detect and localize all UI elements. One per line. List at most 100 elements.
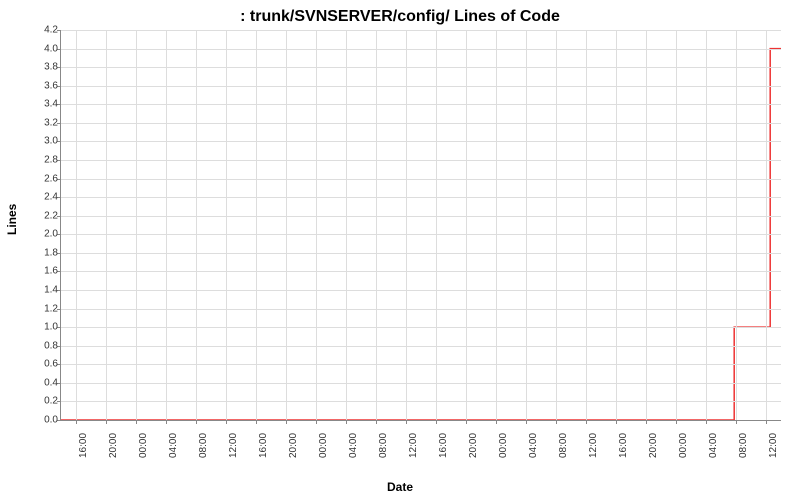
x-tick-label: 00:00 [138,433,149,458]
grid-line-v [496,30,497,420]
grid-line-h [61,383,781,384]
x-tick-mark [676,420,677,424]
x-tick-label: 04:00 [348,433,359,458]
grid-line-h [61,179,781,180]
grid-line-v [316,30,317,420]
y-tick-label: 0.0 [28,415,58,426]
x-tick-label: 20:00 [648,433,659,458]
x-tick-mark [736,420,737,424]
x-tick-label: 12:00 [408,433,419,458]
data-line [61,30,781,420]
grid-line-h [61,253,781,254]
y-tick-label: 3.2 [28,117,58,128]
x-tick-mark [436,420,437,424]
x-tick-mark [496,420,497,424]
x-tick-label: 20:00 [108,433,119,458]
y-tick-label: 0.8 [28,340,58,351]
x-tick-mark [286,420,287,424]
grid-line-h [61,30,781,31]
y-tick-label: 1.4 [28,285,58,296]
y-tick-label: 2.2 [28,210,58,221]
grid-line-v [136,30,137,420]
grid-line-v [286,30,287,420]
x-tick-mark [466,420,467,424]
y-tick-label: 3.8 [28,62,58,73]
grid-line-v [676,30,677,420]
x-tick-label: 08:00 [738,433,749,458]
grid-line-v [346,30,347,420]
grid-line-v [556,30,557,420]
grid-line-h [61,141,781,142]
x-tick-mark [316,420,317,424]
y-tick-label: 2.6 [28,173,58,184]
x-tick-mark [406,420,407,424]
grid-line-h [61,67,781,68]
grid-line-v [616,30,617,420]
x-tick-label: 12:00 [768,433,779,458]
y-tick-label: 3.0 [28,136,58,147]
grid-line-v [226,30,227,420]
y-tick-label: 4.2 [28,25,58,36]
grid-line-v [526,30,527,420]
x-tick-label: 00:00 [678,433,689,458]
grid-line-h [61,197,781,198]
grid-line-h [61,123,781,124]
grid-line-v [256,30,257,420]
plot-area [60,30,781,421]
grid-line-h [61,234,781,235]
grid-line-v [376,30,377,420]
grid-line-v [76,30,77,420]
y-tick-label: 3.4 [28,99,58,110]
y-tick-label: 1.0 [28,322,58,333]
x-tick-mark [526,420,527,424]
x-tick-label: 16:00 [258,433,269,458]
x-tick-label: 04:00 [168,433,179,458]
x-tick-mark [586,420,587,424]
x-tick-mark [376,420,377,424]
x-tick-mark [346,420,347,424]
grid-line-v [196,30,197,420]
x-tick-label: 20:00 [468,433,479,458]
x-tick-mark [616,420,617,424]
grid-line-h [61,401,781,402]
grid-line-h [61,364,781,365]
y-tick-label: 0.2 [28,396,58,407]
grid-line-v [436,30,437,420]
chart-title: : trunk/SVNSERVER/config/ Lines of Code [0,8,800,26]
grid-line-h [61,290,781,291]
x-tick-mark [76,420,77,424]
grid-line-v [406,30,407,420]
x-tick-mark [136,420,137,424]
y-tick-label: 3.6 [28,80,58,91]
x-tick-label: 12:00 [228,433,239,458]
x-tick-label: 04:00 [528,433,539,458]
y-tick-label: 2.0 [28,229,58,240]
y-axis-label: Lines [5,204,19,235]
x-tick-label: 08:00 [198,433,209,458]
x-tick-label: 08:00 [558,433,569,458]
x-tick-mark [646,420,647,424]
y-tick-label: 2.8 [28,155,58,166]
y-tick-label: 4.0 [28,43,58,54]
x-tick-label: 16:00 [78,433,89,458]
x-tick-label: 12:00 [588,433,599,458]
grid-line-v [766,30,767,420]
grid-line-v [106,30,107,420]
grid-line-v [646,30,647,420]
x-tick-label: 00:00 [318,433,329,458]
grid-line-h [61,86,781,87]
grid-line-v [166,30,167,420]
x-axis-label: Date [0,480,800,494]
y-tick-label: 0.4 [28,377,58,388]
x-tick-mark [166,420,167,424]
x-tick-label: 16:00 [438,433,449,458]
grid-line-h [61,49,781,50]
x-tick-label: 00:00 [498,433,509,458]
x-tick-mark [706,420,707,424]
x-tick-mark [226,420,227,424]
grid-line-h [61,216,781,217]
grid-line-h [61,309,781,310]
grid-line-h [61,104,781,105]
grid-line-h [61,271,781,272]
grid-line-v [586,30,587,420]
